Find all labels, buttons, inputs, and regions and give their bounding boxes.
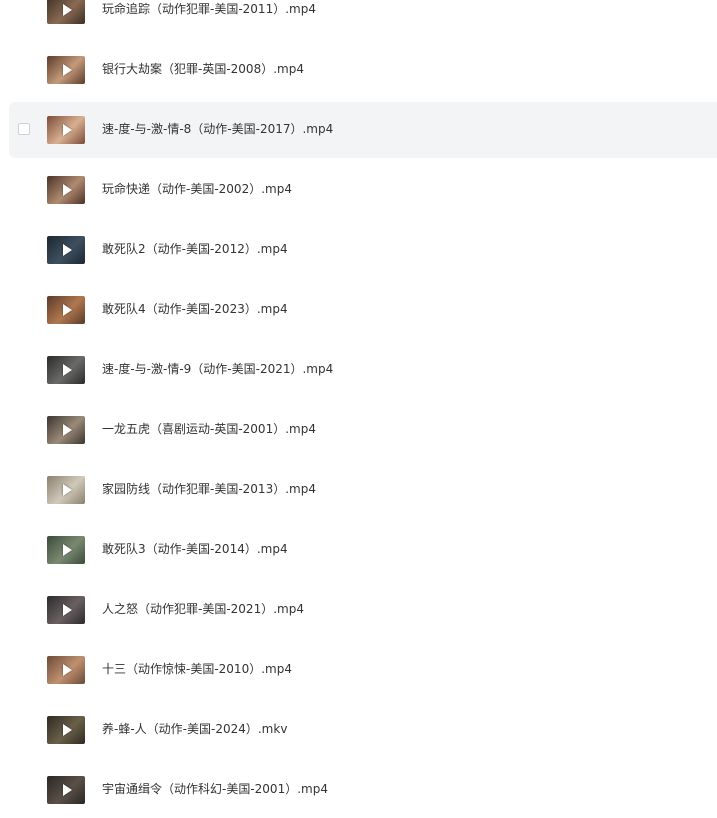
file-name[interactable]: 敢死队4（动作-美国-2023）.mp4 — [102, 301, 288, 317]
play-icon — [63, 64, 72, 76]
play-icon — [63, 784, 72, 796]
play-icon — [63, 604, 72, 616]
play-icon — [63, 664, 72, 676]
video-thumbnail[interactable] — [47, 476, 85, 504]
file-name[interactable]: 速-度-与-激-情-9（动作-美国-2021）.mp4 — [102, 361, 333, 377]
video-thumbnail[interactable] — [47, 56, 85, 84]
video-thumbnail[interactable] — [47, 0, 85, 24]
file-name[interactable]: 养-蜂-人（动作-美国-2024）.mkv — [102, 721, 287, 737]
play-icon — [63, 244, 72, 256]
file-name[interactable]: 一龙五虎（喜剧运动-英国-2001）.mp4 — [102, 421, 316, 437]
video-thumbnail[interactable] — [47, 296, 85, 324]
play-icon — [63, 184, 72, 196]
file-name[interactable]: 敢死队2（动作-美国-2012）.mp4 — [102, 241, 288, 257]
play-icon — [63, 364, 72, 376]
play-icon — [63, 724, 72, 736]
play-icon — [63, 4, 72, 16]
video-thumbnail[interactable] — [47, 236, 85, 264]
file-name[interactable]: 玩命追踪（动作犯罪-美国-2011）.mp4 — [102, 1, 316, 17]
file-row[interactable]: 人之怒（动作犯罪-美国-2021）.mp4 — [9, 582, 717, 638]
video-thumbnail[interactable] — [47, 416, 85, 444]
video-thumbnail[interactable] — [47, 176, 85, 204]
file-row[interactable]: 玩命快递（动作-美国-2002）.mp4 — [9, 162, 717, 218]
file-row[interactable]: 速-度-与-激-情-8（动作-美国-2017）.mp4 — [9, 102, 717, 158]
play-icon — [63, 304, 72, 316]
file-name[interactable]: 十三（动作惊悚-美国-2010）.mp4 — [102, 661, 292, 677]
file-row[interactable]: 养-蜂-人（动作-美国-2024）.mkv — [9, 702, 717, 758]
play-icon — [63, 544, 72, 556]
file-name[interactable]: 敢死队3（动作-美国-2014）.mp4 — [102, 541, 288, 557]
file-row[interactable]: 一龙五虎（喜剧运动-英国-2001）.mp4 — [9, 402, 717, 458]
checkbox[interactable] — [18, 123, 30, 135]
video-thumbnail[interactable] — [47, 776, 85, 804]
file-name[interactable]: 宇宙通缉令（动作科幻-美国-2001）.mp4 — [102, 781, 328, 797]
play-icon — [63, 484, 72, 496]
file-row[interactable]: 速-度-与-激-情-9（动作-美国-2021）.mp4 — [9, 342, 717, 398]
video-thumbnail[interactable] — [47, 716, 85, 744]
file-name[interactable]: 速-度-与-激-情-8（动作-美国-2017）.mp4 — [102, 121, 333, 137]
video-thumbnail[interactable] — [47, 116, 85, 144]
play-icon — [63, 424, 72, 436]
file-name[interactable]: 玩命快递（动作-美国-2002）.mp4 — [102, 181, 292, 197]
file-name[interactable]: 家园防线（动作犯罪-美国-2013）.mp4 — [102, 481, 316, 497]
video-thumbnail[interactable] — [47, 536, 85, 564]
file-name[interactable]: 人之怒（动作犯罪-美国-2021）.mp4 — [102, 601, 304, 617]
file-row[interactable]: 十三（动作惊悚-美国-2010）.mp4 — [9, 642, 717, 698]
file-row[interactable]: 玩命追踪（动作犯罪-美国-2011）.mp4 — [9, 0, 717, 38]
file-row[interactable]: 银行大劫案（犯罪-英国-2008）.mp4 — [9, 42, 717, 98]
file-name[interactable]: 银行大劫案（犯罪-英国-2008）.mp4 — [102, 61, 304, 77]
file-row[interactable]: 敢死队2（动作-美国-2012）.mp4 — [9, 222, 717, 278]
file-row[interactable]: 家园防线（动作犯罪-美国-2013）.mp4 — [9, 462, 717, 518]
file-row[interactable]: 敢死队3（动作-美国-2014）.mp4 — [9, 522, 717, 578]
video-thumbnail[interactable] — [47, 596, 85, 624]
video-thumbnail[interactable] — [47, 656, 85, 684]
file-row[interactable]: 宇宙通缉令（动作科幻-美国-2001）.mp4 — [9, 762, 717, 818]
file-row[interactable]: 敢死队4（动作-美国-2023）.mp4 — [9, 282, 717, 338]
play-icon — [63, 124, 72, 136]
video-thumbnail[interactable] — [47, 356, 85, 384]
